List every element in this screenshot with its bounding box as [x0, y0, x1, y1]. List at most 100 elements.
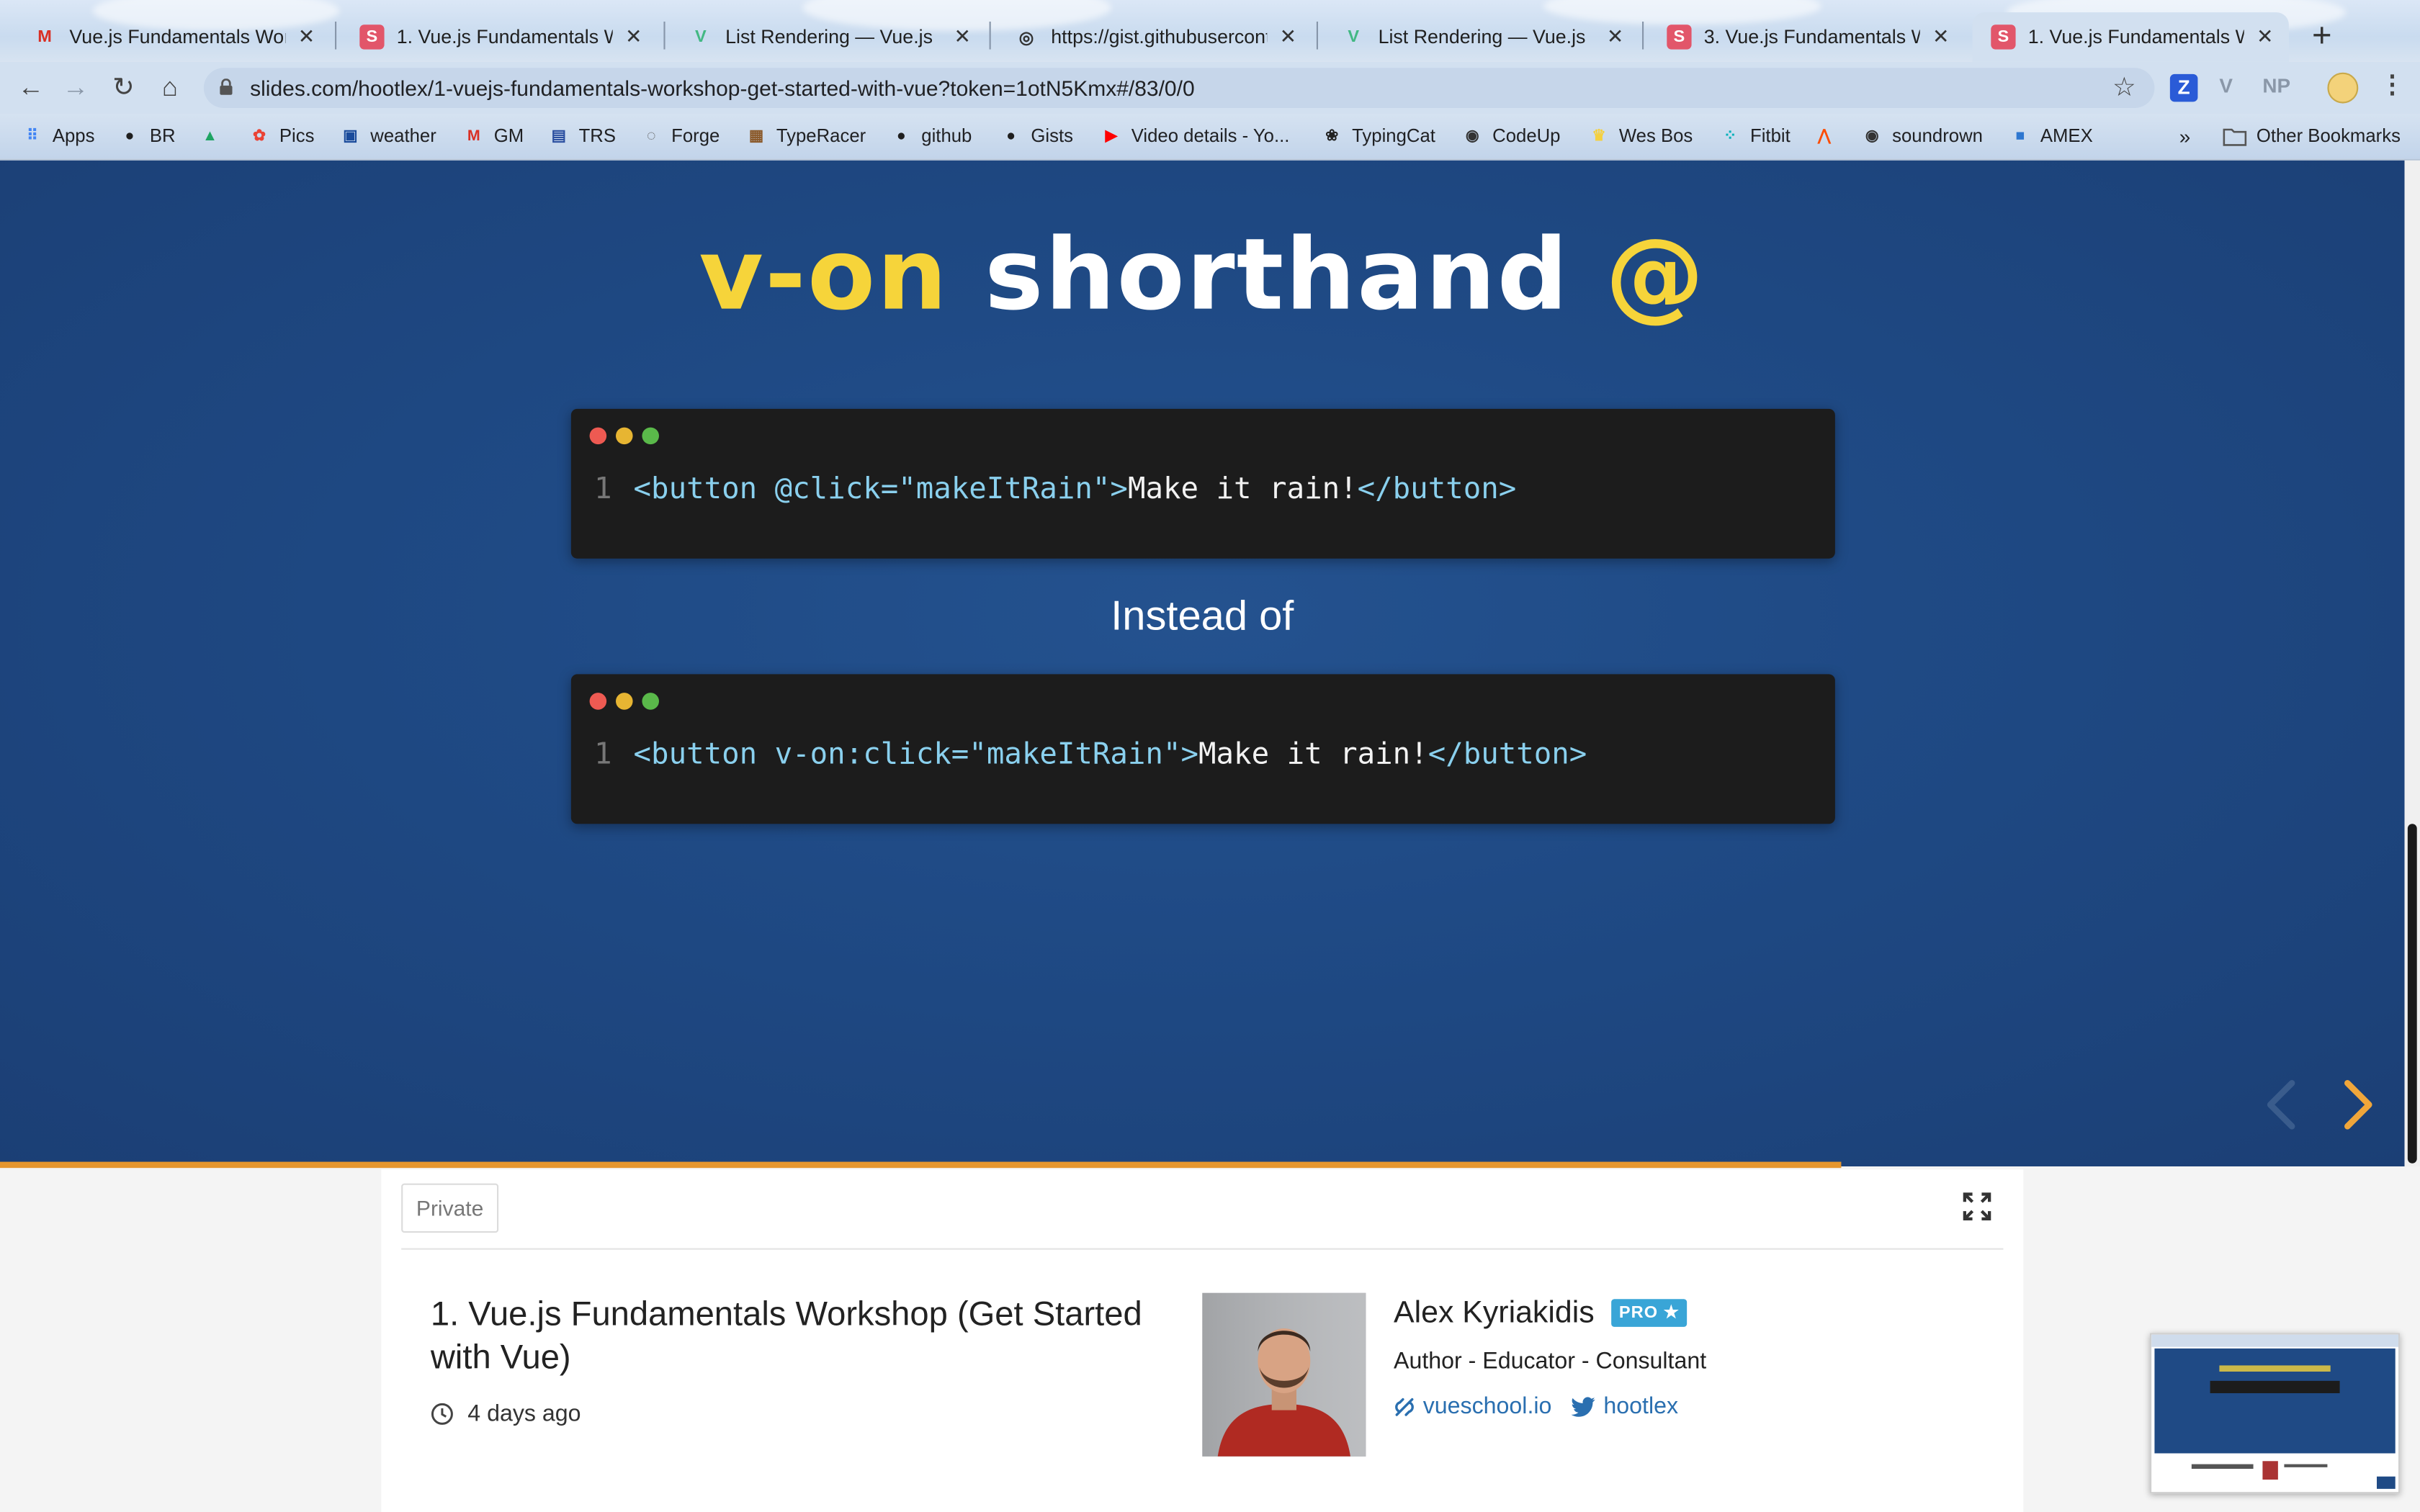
bookmark-item[interactable]: ● github — [890, 125, 972, 147]
window-dot-yellow — [616, 427, 633, 445]
code-block-shorthand: 1 <button @click="makeItRain">Make it rai… — [570, 408, 1835, 559]
globe-icon: ◎ — [1018, 28, 1034, 48]
bookmark-item[interactable]: ■ AMEX — [2009, 125, 2093, 147]
close-tab-icon[interactable]: ✕ — [298, 24, 315, 49]
bookmark-item[interactable]: ⁘ Fitbit — [1719, 125, 1791, 147]
tab-title: 1. Vue.js Fundamentals Work — [2027, 26, 2244, 48]
bookmark-label: Pics — [279, 125, 315, 147]
vue-icon: V — [1348, 27, 1360, 47]
code-line: 1 <button v-on:click="makeItRain">Make it… — [594, 737, 1587, 771]
close-tab-icon[interactable]: ✕ — [625, 24, 642, 49]
gmail-icon: M — [467, 127, 480, 145]
apps-icon: ⠿ — [27, 127, 38, 145]
bookmark-item[interactable]: ♛ Wes Bos — [1588, 125, 1693, 147]
new-tab-button[interactable]: + — [2312, 18, 2332, 53]
forward-icon[interactable]: → — [58, 71, 92, 105]
bookmark-item[interactable]: ❀ TypingCat — [1321, 125, 1435, 147]
bookmark-item[interactable]: ▤ TRS — [548, 125, 616, 147]
bookmark-label: Forge — [671, 125, 720, 147]
bookmark-label: TypeRacer — [776, 125, 866, 147]
extension-np-icon[interactable]: NP — [2262, 74, 2290, 97]
close-tab-icon[interactable]: ✕ — [1932, 24, 1949, 49]
extension-v-icon[interactable]: V — [2219, 74, 2233, 97]
author-name[interactable]: Alex Kyriakidis — [1394, 1296, 1595, 1331]
bookmark-label: GM — [493, 125, 524, 147]
profile-avatar[interactable] — [2327, 72, 2359, 104]
folder-icon — [2223, 127, 2247, 145]
bookmark-item[interactable]: ⋀ — [1814, 125, 1845, 147]
code-line: 1 <button @click="makeItRain">Make it rai… — [594, 472, 1516, 506]
bookmark-item[interactable]: M GM — [463, 125, 524, 147]
bookmark-item[interactable]: ◌ Forge — [640, 125, 720, 147]
browser-toolbar: ← → ↻ ⌂ slides.com/hootlex/1-vuejs-funda… — [0, 61, 2420, 114]
browser-tab[interactable]: V List Rendering — Vue.js ✕ — [670, 12, 986, 62]
trs-icon: ▤ — [551, 127, 566, 145]
bookmark-item[interactable]: ● BR — [119, 125, 176, 147]
extension-z-icon[interactable]: Z — [2169, 73, 2198, 102]
author-twitter-link[interactable]: hootlex — [1571, 1393, 1678, 1419]
tab-title: https://gist.githubuserconter — [1051, 26, 1268, 48]
close-tab-icon[interactable]: ✕ — [1280, 24, 1296, 49]
slide-progress-bar — [0, 1161, 1842, 1169]
deck-timestamp: 4 days ago — [431, 1401, 581, 1427]
tab-title: 1. Vue.js Fundamentals Work — [396, 26, 613, 48]
code-bracket: > — [1110, 472, 1128, 506]
bookmark-star-icon[interactable]: ☆ — [2112, 73, 2136, 104]
close-tab-icon[interactable]: ✕ — [2257, 24, 2273, 49]
bookmark-item[interactable]: ▲ — [199, 125, 230, 147]
code-open-tag: <button — [633, 737, 758, 772]
bookmarks-overflow-button[interactable]: » — [2179, 125, 2191, 148]
bookmark-item[interactable]: ● Gists — [1000, 125, 1073, 147]
panel-divider — [401, 1248, 2004, 1250]
code-bracket: > — [1180, 737, 1199, 772]
window-dot-red — [589, 693, 607, 710]
pro-badge: PRO ★ — [1611, 1299, 1688, 1327]
browser-tab[interactable]: S 1. Vue.js Fundamentals Work ✕ — [341, 12, 658, 62]
page-scrollbar[interactable] — [2404, 160, 2420, 1166]
other-bookmarks-folder[interactable]: Other Bookmarks — [2223, 125, 2401, 147]
reload-icon[interactable]: ↻ — [107, 71, 140, 105]
fullscreen-icon[interactable] — [1962, 1191, 1993, 1222]
scrollbar-thumb[interactable] — [2407, 824, 2417, 1164]
tab-title: List Rendering — Vue.js — [725, 26, 933, 48]
slide-title-word: shorthand — [985, 219, 1569, 333]
bookmark-item[interactable]: ✿ Pics — [248, 125, 314, 147]
bookmark-item[interactable]: ▶ Video details - Yo... — [1101, 125, 1290, 147]
bookmark-item[interactable]: ▣ weather — [339, 125, 436, 147]
browser-tab[interactable]: S 1. Vue.js Fundamentals Work ✕ — [1972, 12, 2289, 62]
bookmark-item[interactable]: ⠿ Apps — [22, 125, 94, 147]
next-slide-arrow-icon[interactable] — [2335, 1074, 2381, 1135]
browser-tab[interactable]: S 3. Vue.js Fundamentals Work ✕ — [1649, 12, 1965, 62]
address-bar[interactable]: slides.com/hootlex/1-vuejs-fundamentals-… — [203, 68, 2155, 108]
author-website-link[interactable]: vueschool.io — [1394, 1393, 1551, 1419]
tab-separator — [989, 22, 991, 50]
bookmark-label: Fitbit — [1750, 125, 1791, 147]
link-icon — [1395, 1397, 1414, 1416]
browser-tab[interactable]: ◎ https://gist.githubuserconter ✕ — [995, 12, 1312, 62]
picture-in-picture-thumbnail[interactable] — [2150, 1333, 2401, 1494]
back-icon[interactable]: ← — [14, 71, 48, 105]
browser-tab[interactable]: V List Rendering — Vue.js ✕ — [1322, 12, 1639, 62]
bookmark-item[interactable]: ◉ CodeUp — [1461, 125, 1561, 147]
youtube-icon: ▶ — [1105, 127, 1118, 145]
close-tab-icon[interactable]: ✕ — [1607, 24, 1623, 49]
browser-menu-icon[interactable]: ⋮ — [2380, 69, 2404, 100]
author-role: Author - Educator - Consultant — [1393, 1348, 1707, 1375]
author-avatar[interactable] — [1202, 1292, 1366, 1457]
github-icon: ● — [125, 127, 135, 145]
bookmarks-bar: ⠿ Apps ● BR ▲ ✿ Pics ▣ weather M GM ▤ TRS ◌ Forge ▦ Type… — [0, 114, 2420, 161]
browser-tab[interactable]: M Vue.js Fundamentals Worksh ✕ — [14, 12, 330, 62]
previous-slide-arrow-icon[interactable] — [2258, 1074, 2304, 1135]
home-icon[interactable]: ⌂ — [153, 71, 187, 105]
github-icon: ● — [896, 127, 906, 145]
window-dot-red — [589, 427, 607, 445]
bookmark-label: BR — [149, 125, 176, 147]
bookmark-item[interactable]: ◉ soundrown — [1861, 125, 1983, 147]
clock-icon — [431, 1403, 453, 1425]
close-tab-icon[interactable]: ✕ — [954, 24, 970, 49]
bookmark-label: CodeUp — [1492, 125, 1561, 147]
wesbos-icon: ♛ — [1592, 127, 1606, 145]
window-dot-yellow — [616, 693, 633, 710]
bookmark-item[interactable]: ▦ TypeRacer — [745, 125, 866, 147]
visibility-badge[interactable]: Private — [401, 1183, 499, 1233]
